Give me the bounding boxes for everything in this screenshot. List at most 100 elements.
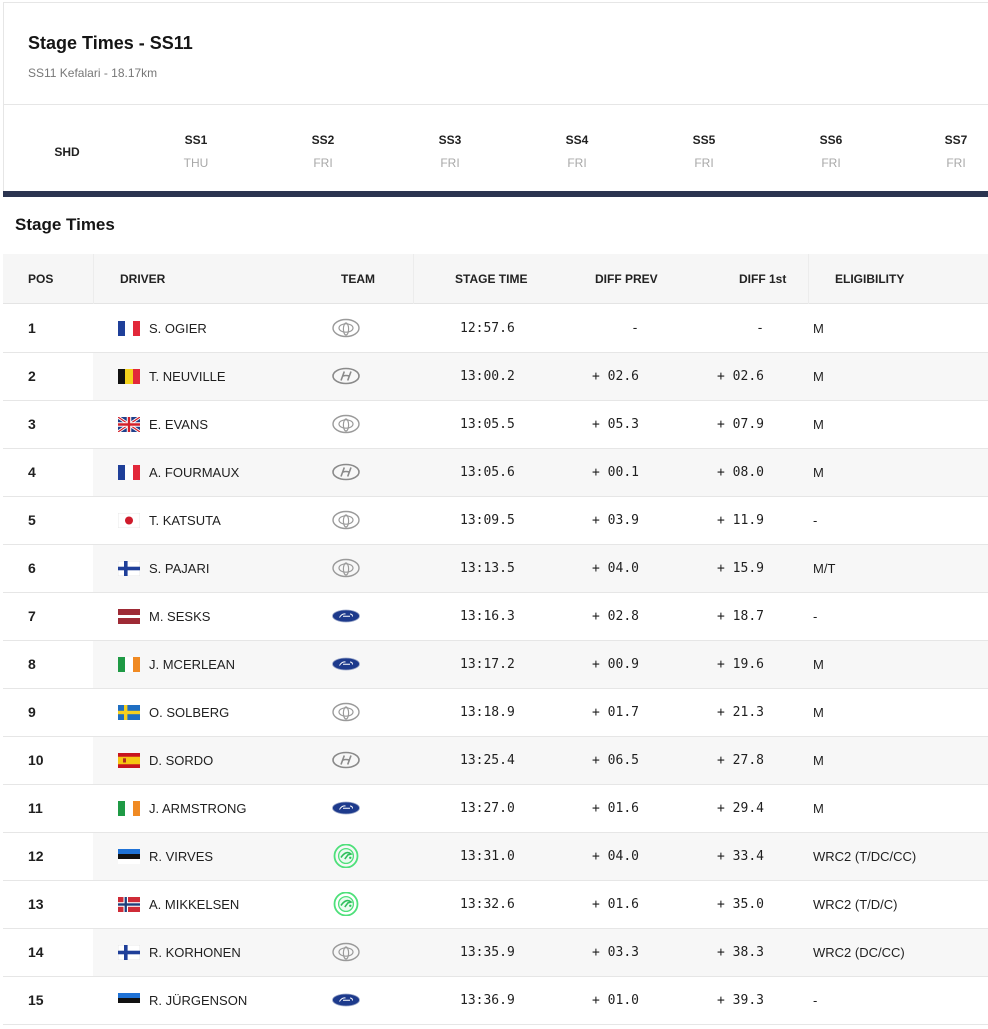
skoda-logo-icon	[331, 891, 361, 917]
position: 15	[28, 992, 44, 1008]
stage-time: 13:32.6	[460, 897, 515, 912]
table-row[interactable]: 2 T. NEUVILLE 13:00.2 + 02.6 + 02.6 M	[3, 353, 988, 401]
france-flag-icon	[118, 321, 140, 336]
stage-time: 13:09.5	[460, 513, 515, 528]
diff-first: + 02.6	[717, 369, 764, 384]
driver-name[interactable]: D. SORDO	[149, 737, 213, 784]
stage-tab-ss1[interactable]: SS1 THU	[163, 105, 229, 191]
driver-name[interactable]: R. KORHONEN	[149, 929, 241, 976]
stage-time: 13:16.3	[460, 609, 515, 624]
finland-flag-icon	[118, 561, 140, 576]
diff-first: + 27.8	[717, 753, 764, 768]
stage-tab-ss2[interactable]: SS2 FRI	[290, 105, 356, 191]
stage-time: 13:31.0	[460, 849, 515, 864]
table-row[interactable]: 4 A. FOURMAUX 13:05.6 + 00.1 + 08.0 M	[3, 449, 988, 497]
eligibility: WRC2 (T/DC/CC)	[813, 849, 917, 864]
stage-time: 13:25.4	[460, 753, 515, 768]
driver-name[interactable]: O. SOLBERG	[149, 689, 229, 736]
position: 4	[28, 464, 36, 480]
position: 9	[28, 704, 36, 720]
eligibility: -	[813, 993, 818, 1008]
diff-prev: + 01.6	[592, 897, 639, 912]
eligibility: M	[813, 753, 824, 768]
table-row[interactable]: 9 O. SOLBERG 13:18.9 + 01.7 + 21.3 M	[3, 689, 988, 737]
diff-prev: + 00.1	[592, 465, 639, 480]
diff-first: + 08.0	[717, 465, 764, 480]
driver-name[interactable]: T. NEUVILLE	[149, 353, 226, 400]
diff-first: + 29.4	[717, 801, 764, 816]
eligibility: M	[813, 369, 824, 384]
position: 6	[28, 560, 36, 576]
table-row[interactable]: 8 J. MCERLEAN 13:17.2 + 00.9 + 19.6 M	[3, 641, 988, 689]
position: 12	[28, 848, 44, 864]
spain-flag-icon	[118, 753, 140, 768]
position: 13	[28, 896, 44, 912]
position-cell	[3, 977, 93, 1024]
driver-name[interactable]: M. SESKS	[149, 593, 210, 640]
position-cell	[3, 305, 93, 352]
sweden-flag-icon	[118, 705, 140, 720]
diff-first: + 18.7	[717, 609, 764, 624]
stage-header-card: Stage Times - SS11 SS11 Kefalari - 18.17…	[3, 2, 988, 105]
stage-tab-ss5[interactable]: SS5 FRI	[671, 105, 737, 191]
position: 7	[28, 608, 36, 624]
estonia-flag-icon	[118, 993, 140, 1008]
position: 1	[28, 320, 36, 336]
diff-prev: + 03.3	[592, 945, 639, 960]
table-row[interactable]: 10 D. SORDO 13:25.4 + 06.5 + 27.8 M	[3, 737, 988, 785]
diff-first: + 35.0	[717, 897, 764, 912]
table-row[interactable]: 15 R. JÜRGENSON 13:36.9 + 01.0 + 39.3 -	[3, 977, 988, 1025]
table-row[interactable]: 1 S. OGIER 12:57.6 - - M	[3, 305, 988, 353]
driver-name[interactable]: R. VIRVES	[149, 833, 213, 880]
position-cell	[3, 545, 93, 592]
driver-name[interactable]: J. ARMSTRONG	[149, 785, 247, 832]
column-header-driver: DRIVER	[120, 272, 166, 286]
position: 11	[28, 800, 43, 816]
stage-time: 13:36.9	[460, 993, 515, 1008]
table-row[interactable]: 14 R. KORHONEN 13:35.9 + 03.3 + 38.3 WRC…	[3, 929, 988, 977]
column-header-diff-first: DIFF 1st	[739, 272, 787, 286]
stage-tab-ss7[interactable]: SS7 FRI	[925, 105, 987, 191]
toyota-logo-icon	[331, 556, 361, 580]
eligibility: M	[813, 657, 824, 672]
driver-name[interactable]: A. MIKKELSEN	[149, 881, 239, 928]
diff-first: + 39.3	[717, 993, 764, 1008]
finland-flag-icon	[118, 945, 140, 960]
toyota-logo-icon	[331, 940, 361, 964]
table-row[interactable]: 12 R. VIRVES 13:31.0 + 04.0 + 33.4 WRC2 …	[3, 833, 988, 881]
stage-time: 13:27.0	[460, 801, 515, 816]
diff-prev: + 05.3	[592, 417, 639, 432]
eligibility: -	[813, 513, 818, 528]
ford-logo-icon	[331, 604, 361, 628]
diff-prev: + 02.8	[592, 609, 639, 624]
table-row[interactable]: 6 S. PAJARI 13:13.5 + 04.0 + 15.9 M/T	[3, 545, 988, 593]
driver-name[interactable]: J. MCERLEAN	[149, 641, 235, 688]
table-row[interactable]: 7 M. SESKS 13:16.3 + 02.8 + 18.7 -	[3, 593, 988, 641]
table-row[interactable]: 13 A. MIKKELSEN 13:32.6 + 01.6 + 35.0 WR…	[3, 881, 988, 929]
table-row[interactable]: 3 E. EVANS 13:05.5 + 05.3 + 07.9 M	[3, 401, 988, 449]
toyota-logo-icon	[331, 412, 361, 436]
driver-name[interactable]: A. FOURMAUX	[149, 449, 239, 496]
hyundai-logo-icon	[331, 748, 361, 772]
table-row[interactable]: 5 T. KATSUTA 13:09.5 + 03.9 + 11.9 -	[3, 497, 988, 545]
position-cell	[3, 737, 93, 784]
column-header-team: TEAM	[341, 272, 375, 286]
driver-name[interactable]: T. KATSUTA	[149, 497, 221, 544]
position: 3	[28, 416, 36, 432]
position: 5	[28, 512, 36, 528]
driver-name[interactable]: S. OGIER	[149, 305, 207, 352]
stage-time: 13:17.2	[460, 657, 515, 672]
stage-tab-ss4[interactable]: SS4 FRI	[544, 105, 610, 191]
section-title: Stage Times	[15, 215, 115, 234]
driver-name[interactable]: R. JÜRGENSON	[149, 977, 247, 1024]
diff-first: + 15.9	[717, 561, 764, 576]
stage-subtitle: SS11 Kefalari - 18.17km	[28, 66, 158, 80]
hyundai-logo-icon	[331, 364, 361, 388]
stage-tab-shd[interactable]: SHD	[34, 105, 100, 191]
table-row[interactable]: 11 J. ARMSTRONG 13:27.0 + 01.6 + 29.4 M	[3, 785, 988, 833]
stage-tab-ss3[interactable]: SS3 FRI	[417, 105, 483, 191]
driver-name[interactable]: E. EVANS	[149, 401, 208, 448]
driver-name[interactable]: S. PAJARI	[149, 545, 209, 592]
ford-logo-icon	[331, 796, 361, 820]
stage-tab-ss6[interactable]: SS6 FRI	[798, 105, 864, 191]
